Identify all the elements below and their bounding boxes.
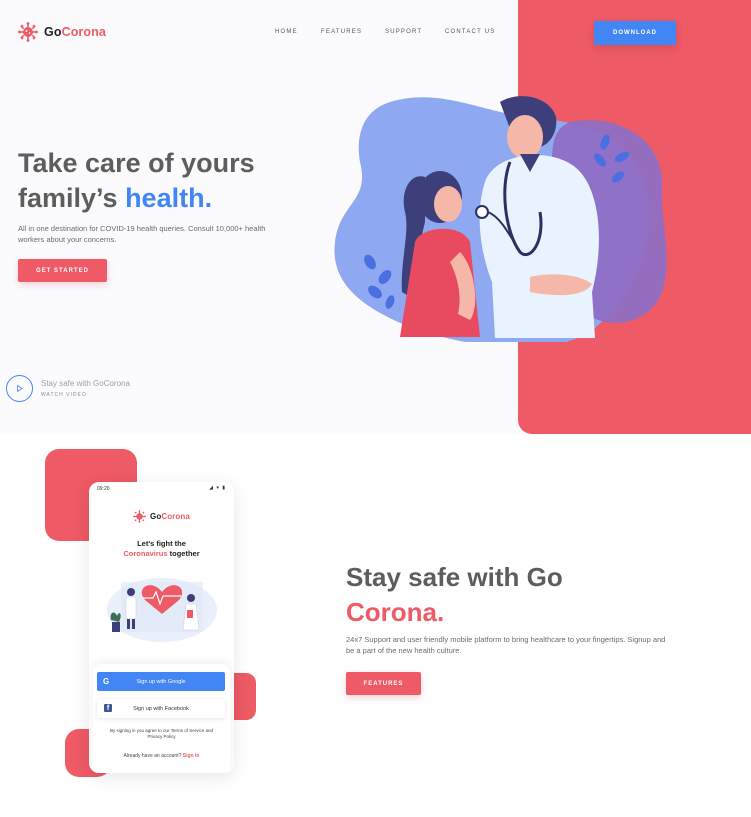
hero-section: GoCorona HOME FEATURES SUPPORT CONTACT U… bbox=[0, 0, 751, 434]
signin-prompt: Already have an account? Sign In bbox=[123, 753, 200, 759]
nav-support[interactable]: SUPPORT bbox=[385, 29, 422, 35]
hero-title: Take care of yours family’s health. bbox=[18, 148, 255, 213]
hero-description: All in one destination for COVID-19 heal… bbox=[18, 224, 266, 244]
section2-title: Stay safe with Go Corona. bbox=[346, 562, 563, 627]
signin-link[interactable]: Sign In bbox=[183, 753, 200, 759]
download-button[interactable]: DOWNLOAD bbox=[594, 21, 676, 45]
get-started-button[interactable]: GET STARTED bbox=[18, 259, 107, 282]
google-icon: G bbox=[103, 677, 110, 686]
google-signup-label: Sign up with Google bbox=[136, 678, 186, 685]
phone-brand-name: GoCorona bbox=[150, 512, 190, 521]
play-icon[interactable] bbox=[6, 375, 33, 402]
facebook-signup-button[interactable]: f Sign up with Facebook bbox=[97, 699, 225, 718]
facebook-icon: f bbox=[104, 704, 112, 712]
features-button[interactable]: FEATURES bbox=[346, 672, 421, 695]
phone-mockup: 09:20 ◢ ▾ ▮ GoCorona Let's fight the Cor… bbox=[89, 482, 234, 773]
nav-home[interactable]: HOME bbox=[275, 29, 298, 35]
brand-name: GoCorona bbox=[44, 25, 106, 39]
watch-video[interactable]: Stay safe with GoCorona WATCH VIDEO bbox=[6, 375, 130, 402]
brand-logo[interactable]: GoCorona bbox=[18, 22, 106, 42]
watch-video-label: WATCH VIDEO bbox=[41, 392, 87, 398]
heart-doctors-illustration bbox=[107, 578, 217, 642]
phone-headline: Let's fight the Coronavirus together bbox=[123, 539, 200, 558]
facebook-signup-label: Sign up with Facebook bbox=[133, 705, 189, 712]
phone-status-icons: ◢ ▾ ▮ bbox=[209, 485, 226, 491]
virus-icon bbox=[18, 22, 38, 42]
terms-text: By signing in you agree to our Terms of … bbox=[110, 728, 213, 739]
section2-description: 24x7 Support and user friendly mobile pl… bbox=[346, 635, 666, 655]
phone-status-time: 09:20 bbox=[97, 486, 110, 492]
doctor-patient-illustration bbox=[334, 96, 667, 342]
nav-features[interactable]: FEATURES bbox=[321, 29, 362, 35]
signup-card: G Sign up with Google f Sign up with Fac… bbox=[93, 664, 230, 773]
virus-icon bbox=[133, 510, 146, 523]
watch-video-title: Stay safe with GoCorona bbox=[41, 379, 130, 388]
google-signup-button[interactable]: G Sign up with Google bbox=[97, 672, 225, 691]
nav-contact-us[interactable]: CONTACT US bbox=[445, 29, 495, 35]
phone-brand-logo: GoCorona bbox=[133, 510, 190, 523]
